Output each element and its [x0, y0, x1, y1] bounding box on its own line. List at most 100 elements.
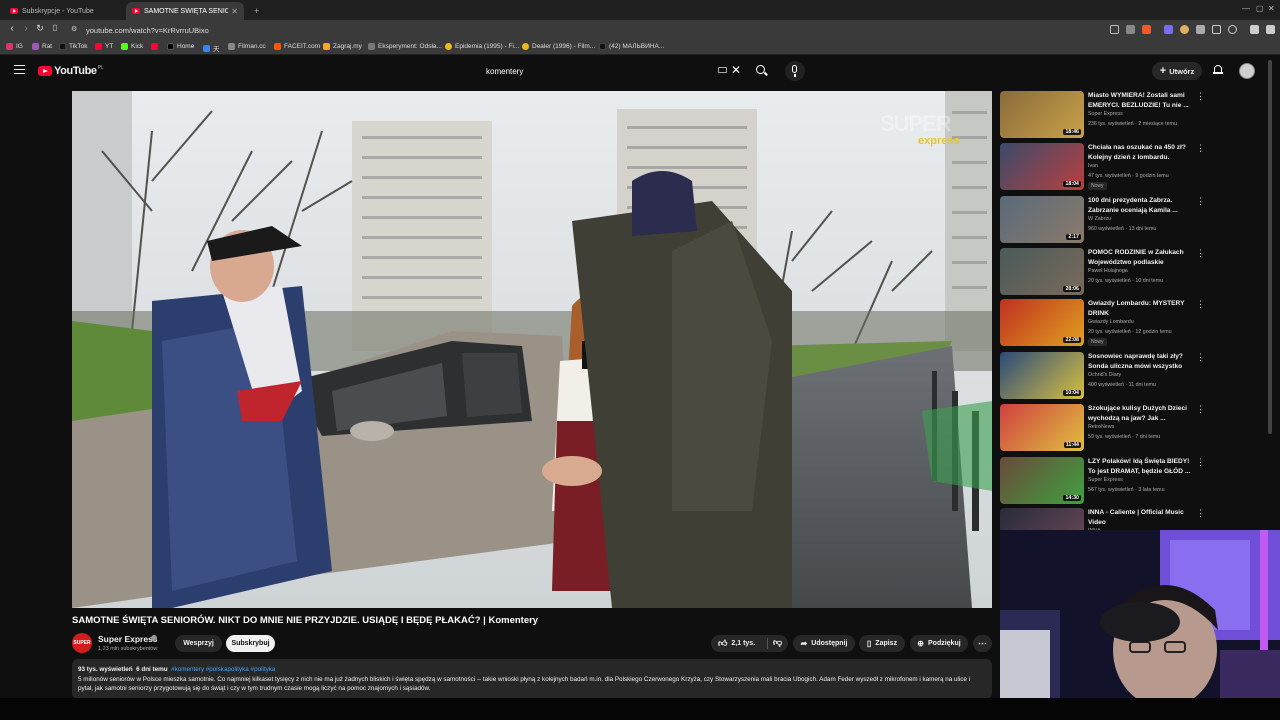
- recommended-title[interactable]: Sosnowiec naprawdę taki zły? Sonda ulicz…: [1088, 352, 1192, 371]
- media-icon[interactable]: [1250, 25, 1259, 34]
- install-app-icon[interactable]: [1110, 25, 1119, 34]
- recommended-channel[interactable]: Paweł Hulajnoga: [1088, 268, 1128, 274]
- notifications-bell-icon[interactable]: [1213, 65, 1223, 75]
- recommended-title[interactable]: 100 dni prezydenta Zabrza. Zabrzanie oce…: [1088, 196, 1192, 215]
- download-icon[interactable]: [1212, 25, 1221, 34]
- back-icon[interactable]: ‹: [6, 23, 18, 34]
- menu-icon[interactable]: [1266, 25, 1275, 34]
- video-description[interactable]: 93 tys. wyświetleń 6 dni temu #komentery…: [72, 659, 992, 699]
- video-thumbnail[interactable]: 18:04: [1000, 143, 1084, 190]
- bookmark-yt[interactable]: YT: [95, 43, 113, 50]
- search-input[interactable]: komentery: [477, 61, 750, 81]
- thumbs-down-icon[interactable]: 👎︎: [773, 637, 782, 648]
- bookmark-malvina[interactable]: (42) МАЛЬВИНА...: [599, 43, 664, 50]
- recommended-title[interactable]: POMOC RODZINIE w Załukach Województwo po…: [1088, 248, 1192, 267]
- tab-current-video[interactable]: SAMOTNE ŚWIĘTA SENIORÓW ✕: [126, 2, 244, 20]
- new-tab-button[interactable]: +: [248, 2, 265, 20]
- page-scrollbar[interactable]: [1268, 60, 1272, 434]
- forward-icon[interactable]: ›: [20, 23, 32, 34]
- video-thumbnail[interactable]: 14:30: [1000, 457, 1084, 504]
- video-thumbnail[interactable]: 28:06: [1000, 248, 1084, 295]
- extensions-icon[interactable]: [1196, 25, 1205, 34]
- thanks-button[interactable]: ⊕ Podziękuj: [910, 635, 968, 652]
- account-avatar[interactable]: [1239, 63, 1255, 79]
- youtube-logo[interactable]: YouTube PL: [38, 65, 104, 77]
- save-button[interactable]: ▯ Zapisz: [859, 635, 905, 652]
- more-options-icon[interactable]: ⋮: [1196, 248, 1205, 259]
- search-button[interactable]: [752, 61, 772, 81]
- share-button[interactable]: ➦ Udostępnij: [793, 635, 855, 652]
- hashtags[interactable]: #komentery #polskapolityka #polityka: [171, 666, 275, 673]
- recommended-channel[interactable]: Ivan: [1088, 163, 1098, 169]
- close-window-icon[interactable]: ✕: [1268, 4, 1275, 13]
- recommended-video[interactable]: 22:08 Gwiazdy Lombardu: MYSTERY DRINK Gwia…: [1000, 299, 1205, 347]
- channel-avatar[interactable]: SUPER: [72, 633, 92, 653]
- recommended-title[interactable]: Gwiazdy Lombardu: MYSTERY DRINK: [1088, 299, 1192, 318]
- recommended-channel[interactable]: Super Express: [1088, 111, 1123, 117]
- more-options-icon[interactable]: ⋮: [1196, 404, 1205, 415]
- video-player[interactable]: SUPER express: [72, 91, 992, 608]
- video-thumbnail[interactable]: 10:04: [1000, 352, 1084, 399]
- like-button[interactable]: 👍︎ 2,1 tys. 👎︎: [711, 635, 788, 652]
- extension-icon[interactable]: [1164, 25, 1173, 34]
- more-options-icon[interactable]: ⋮: [1196, 352, 1205, 363]
- recommended-channel[interactable]: Gwiazdy Lombardu: [1088, 319, 1134, 325]
- bookmark-ig[interactable]: IG: [6, 43, 23, 50]
- voice-search-button[interactable]: [785, 61, 805, 81]
- tab-subscriptions[interactable]: Subskrypcje - YouTube: [4, 2, 122, 20]
- history-icon[interactable]: [1228, 25, 1237, 34]
- bookmark-youtube[interactable]: [151, 43, 161, 50]
- recommended-title[interactable]: Chciała nas oszukać na 450 zł? Kolejny d…: [1088, 143, 1192, 162]
- recommended-video[interactable]: 2:17 100 dni prezydenta Zabrza. Zabrzanie…: [1000, 196, 1205, 244]
- minimize-icon[interactable]: —: [1242, 4, 1250, 13]
- bookmark-home[interactable]: Home: [167, 43, 194, 50]
- more-options-icon[interactable]: ⋮: [1196, 143, 1205, 154]
- bookmark-epidemia[interactable]: Epidemia (1995) - Fi...: [445, 43, 519, 50]
- recommended-channel[interactable]: W Zabrzu: [1088, 216, 1111, 222]
- video-thumbnail[interactable]: 18:46: [1000, 91, 1084, 138]
- extension-icon[interactable]: [1180, 25, 1189, 34]
- more-actions-icon[interactable]: ⋯: [973, 635, 992, 652]
- close-tab-icon[interactable]: ✕: [231, 7, 238, 16]
- reload-icon[interactable]: ↻: [34, 23, 46, 34]
- create-button[interactable]: + Utwórz: [1152, 62, 1202, 80]
- video-thumbnail[interactable]: 22:08: [1000, 299, 1084, 346]
- recommended-channel[interactable]: Ochrid's Diary: [1088, 372, 1121, 378]
- recommended-title[interactable]: Miasto WYMIERA! Zostali sami EMERYCI. BE…: [1088, 91, 1192, 110]
- brave-shield-icon[interactable]: [1142, 25, 1151, 34]
- clear-search-icon[interactable]: ✕: [731, 63, 741, 77]
- recommended-video[interactable]: 11:44 Szokujące kulisy Dużych Dzieci wych…: [1000, 404, 1205, 452]
- bookmark-zagraj[interactable]: Zagraj.my: [323, 43, 362, 50]
- bookmark-eksperyment[interactable]: Eksperyment: Odsła...: [368, 43, 442, 50]
- bookmark-icon[interactable]: ▯: [49, 23, 61, 32]
- bookmark-faceit[interactable]: FACEIT.com: [274, 43, 320, 50]
- recommended-channel[interactable]: Super Express: [1088, 477, 1123, 483]
- bookmark-kick[interactable]: Kick: [121, 43, 143, 50]
- channel-name[interactable]: Super Express: [98, 634, 158, 644]
- address-bar[interactable]: ⚙ youtube.com/watch?v=KrRvrruUBixo: [66, 23, 1096, 37]
- recommended-video[interactable]: 18:46 Miasto WYMIERA! Zostali sami EMERYC…: [1000, 91, 1205, 139]
- recommended-video[interactable]: 18:04 Chciała nas oszukać na 450 zł? Kole…: [1000, 143, 1205, 191]
- recommended-title[interactable]: INNA - Caliente | Official Music Video: [1088, 508, 1192, 527]
- recommended-channel[interactable]: RetroNews: [1088, 424, 1114, 430]
- keyboard-icon[interactable]: [718, 67, 727, 73]
- bookmark-rat[interactable]: Rat: [32, 43, 52, 50]
- subscribe-button[interactable]: Subskrybuj: [226, 635, 275, 652]
- bookmark-filman[interactable]: Filman.cc: [228, 43, 266, 50]
- video-thumbnail[interactable]: 11:44: [1000, 404, 1084, 451]
- maximize-icon[interactable]: ▢: [1256, 4, 1264, 13]
- more-options-icon[interactable]: ⋮: [1196, 196, 1205, 207]
- video-thumbnail[interactable]: 2:17: [1000, 196, 1084, 243]
- recommended-video[interactable]: 10:04 Sosnowiec naprawdę taki zły? Sonda …: [1000, 352, 1205, 400]
- join-button[interactable]: Wesprzyj: [175, 635, 222, 652]
- hamburger-menu-icon[interactable]: [14, 65, 25, 74]
- recommended-video[interactable]: 14:30 LZY Polaków! Idą Święta BIEDY! To j…: [1000, 457, 1205, 505]
- extension-icon[interactable]: [1126, 25, 1135, 34]
- bookmark-tiktok[interactable]: TikTok: [59, 43, 88, 50]
- more-options-icon[interactable]: ⋮: [1196, 91, 1205, 102]
- more-options-icon[interactable]: ⋮: [1196, 457, 1205, 468]
- recommended-title[interactable]: Szokujące kulisy Dużych Dzieci wychodzą …: [1088, 404, 1192, 423]
- recommended-video[interactable]: 28:06 POMOC RODZINIE w Załukach Województ…: [1000, 248, 1205, 296]
- bookmark-dealer[interactable]: Dealer (1996) - Film...: [522, 43, 595, 50]
- more-options-icon[interactable]: ⋮: [1196, 508, 1205, 519]
